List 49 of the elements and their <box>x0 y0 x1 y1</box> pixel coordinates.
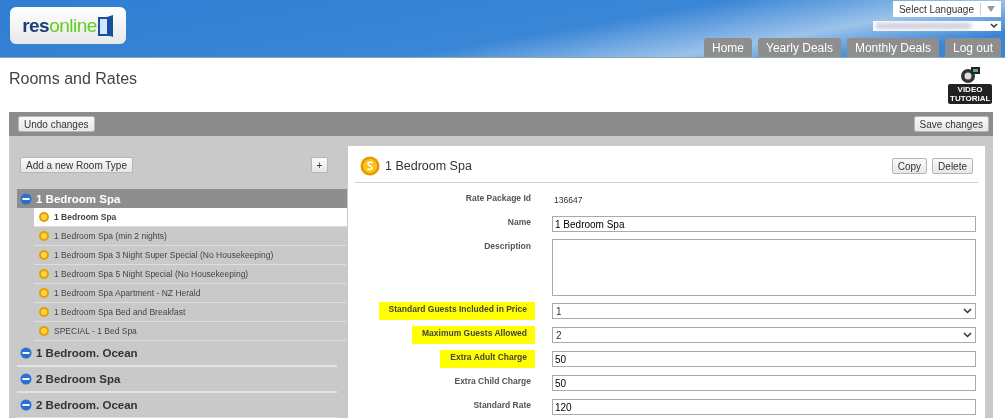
field-label: Standard Guests Included in Price <box>378 302 535 320</box>
room-type-item[interactable]: 1 Bedroom. Ocean <box>17 341 337 367</box>
page-title: Rooms and Rates <box>9 70 138 88</box>
select-field[interactable]: 1 <box>552 303 976 319</box>
film-reel-icon <box>959 66 981 84</box>
rate-package-item[interactable]: 1 Bedroom Spa <box>34 208 347 227</box>
select-field[interactable]: 2 <box>552 327 976 343</box>
rate-package-item[interactable]: 1 Bedroom Spa Apartment - NZ Herald <box>34 284 346 303</box>
field-label: Standard Rate <box>473 399 532 412</box>
chevron-down-icon <box>963 332 972 338</box>
logo-text: resonline <box>22 14 97 37</box>
field-label: Extra Adult Charge <box>440 350 535 368</box>
rate-package-title: 1 Bedroom Spa <box>385 159 472 173</box>
collapse-icon <box>20 192 32 205</box>
chevron-down-icon <box>990 23 998 29</box>
input-field[interactable]: 50 <box>552 375 976 391</box>
collapse-icon <box>20 347 32 359</box>
field-label: Maximum Guests Allowed <box>412 326 535 344</box>
room-type-item[interactable]: 2 Bedroom. Ocean <box>17 393 337 418</box>
field-label: Rate Package Id <box>465 192 532 205</box>
action-button[interactable]: Copy <box>891 158 928 174</box>
account-select[interactable] <box>873 21 1001 31</box>
collapse-icon <box>20 373 32 385</box>
textarea-field[interactable] <box>552 239 976 296</box>
door-icon <box>97 14 114 37</box>
rate-package-item[interactable]: 1 Bedroom Spa Bed and Breakfast <box>34 303 346 322</box>
field-value: 136647 <box>553 195 583 205</box>
input-field[interactable]: 1 Bedroom Spa <box>552 216 976 232</box>
add-button[interactable]: + <box>311 157 328 173</box>
rate-package-item[interactable]: 1 Bedroom Spa 3 Night Super Special (No Housekeeping) <box>34 246 346 265</box>
field-label: Extra Child Charge <box>454 375 532 388</box>
rate-package-item[interactable]: 1 Bedroom Spa (min 2 nights) <box>34 227 346 246</box>
field-label: Name <box>507 216 532 229</box>
rate-package-item[interactable]: 1 Bedroom Spa 5 Night Special (No Housekeeping) <box>34 265 346 284</box>
language-select[interactable]: Select Language <box>892 1 1001 17</box>
room-type-item[interactable]: 2 Bedroom Spa <box>17 367 337 393</box>
chevron-down-icon <box>963 308 972 314</box>
undo-button[interactable]: Undo changes <box>18 116 95 132</box>
input-field[interactable]: 50 <box>552 351 976 367</box>
input-field[interactable]: 120 <box>552 399 976 415</box>
field-label: Description <box>484 240 532 253</box>
action-button[interactable]: Delete <box>932 158 973 174</box>
collapse-icon <box>20 399 32 411</box>
coin-icon <box>360 156 380 176</box>
rate-package-item[interactable]: SPECIAL - 1 Bed Spa <box>34 322 346 341</box>
logo[interactable]: resonline <box>10 7 126 44</box>
dropdown-arrow-icon <box>987 6 995 12</box>
add-room-type-button[interactable]: Add a new Room Type <box>20 157 133 173</box>
save-button[interactable]: Save changes <box>913 116 989 132</box>
